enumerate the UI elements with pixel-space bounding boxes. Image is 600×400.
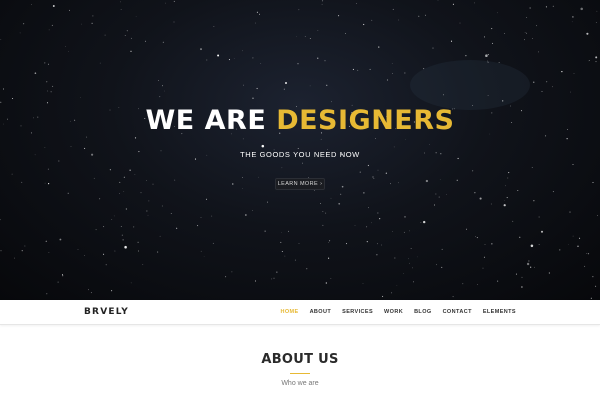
hero-content: WE ARE DESIGNERS THE GOODS YOU NEED NOW …: [0, 0, 600, 300]
main-navbar: BRVELY HOME ABOUT SERVICES WORK BLOG CON…: [0, 300, 600, 325]
chevron-right-icon: ›: [320, 181, 323, 187]
nav-item-work[interactable]: WORK: [384, 309, 403, 315]
nav-item-blog[interactable]: BLOG: [414, 309, 432, 315]
learn-more-button[interactable]: LEARN MORE ›: [275, 178, 325, 190]
nav-item-elements[interactable]: ELEMENTS: [483, 309, 516, 315]
site-logo[interactable]: BRVELY: [84, 306, 129, 318]
hero-section: WE ARE DESIGNERS THE GOODS YOU NEED NOW …: [0, 0, 600, 300]
about-section-subtitle: Who we are: [281, 380, 319, 387]
hero-subtitle: THE GOODS YOU NEED NOW: [240, 150, 360, 159]
learn-more-label: LEARN MORE: [277, 181, 319, 187]
about-section-title: ABOUT US: [261, 352, 339, 367]
nav-item-home[interactable]: HOME: [280, 309, 298, 315]
hero-headline: WE ARE DESIGNERS: [0, 104, 600, 138]
about-title-divider: [290, 373, 310, 374]
nav-item-about[interactable]: ABOUT: [310, 309, 332, 315]
headline-accent-word: DESIGNERS: [276, 105, 455, 136]
headline-part-1: WE ARE: [145, 105, 267, 136]
nav-item-services[interactable]: SERVICES: [342, 309, 373, 315]
nav-item-contact[interactable]: CONTACT: [443, 309, 472, 315]
nav-menu: HOME ABOUT SERVICES WORK BLOG CONTACT EL…: [280, 300, 516, 324]
